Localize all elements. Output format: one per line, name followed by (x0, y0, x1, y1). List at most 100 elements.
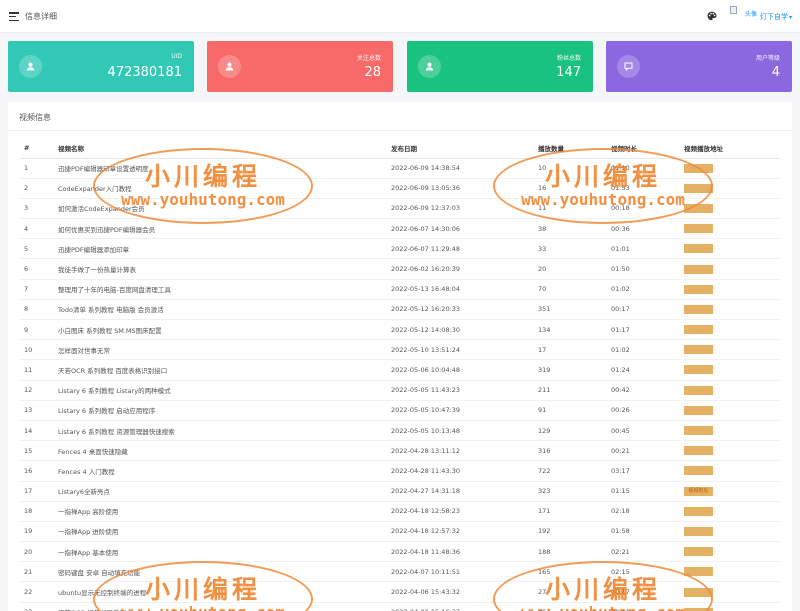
cell-duration: 00:36 (607, 218, 680, 240)
cell-url (680, 238, 780, 260)
video-link-button[interactable] (684, 587, 713, 597)
cell-date: 2022-04-18 11:48:36 (387, 541, 534, 563)
cell-index: 8 (20, 299, 54, 321)
stat-card-uid: UID 472380181 (8, 41, 194, 92)
hamburger-menu-icon[interactable] (9, 12, 19, 22)
stat-value: 4 (771, 65, 780, 80)
cell-index: 16 (20, 460, 54, 482)
page-title: 信息详细 (25, 12, 57, 21)
cell-index: 22 (20, 581, 54, 603)
cell-url (680, 440, 780, 462)
video-link-button[interactable] (684, 325, 713, 335)
chevron-down-icon: ▾ (789, 14, 793, 21)
cell-duration: 01:02 (607, 339, 680, 361)
cell-plays: 722 (534, 460, 607, 482)
video-link-button[interactable] (684, 526, 713, 536)
cell-plays: 33 (534, 238, 607, 260)
avatar[interactable]: 头像 (730, 6, 757, 26)
cell-plays: 129 (534, 420, 607, 442)
cell-index: 17 (20, 481, 54, 502)
cell-date: 2022-05-05 10:47:39 (387, 400, 534, 421)
column-header-date: 发布日期 (387, 138, 534, 159)
cell-url (680, 561, 780, 583)
cell-url (680, 400, 780, 421)
cell-title: Listary 6 系列教程 Listary的两种模式 (54, 380, 387, 401)
stat-value: 147 (556, 65, 581, 80)
table-row: 16 Fences 4 入门教程 2022-04-28 11:43:30 722 03:… (20, 460, 780, 482)
cell-url (680, 158, 780, 179)
table-row: 11 天若OCR 系列教程 百度表格识别接口 2022-05-06 10:04:48… (20, 359, 780, 381)
cell-index: 23 (20, 602, 54, 611)
cell-title: 如何激活CodeExpander会员 (54, 198, 387, 220)
column-header-duration: 视频时长 (607, 138, 680, 159)
cell-date: 2022-06-07 14:30:06 (387, 218, 534, 240)
stat-value: 472380181 (107, 65, 182, 80)
cell-date: 2022-04-18 12:58:23 (387, 501, 534, 522)
cell-url (680, 581, 780, 603)
cell-date: 2022-05-12 16:20:33 (387, 299, 534, 321)
stat-value: 28 (364, 65, 381, 80)
video-link-button[interactable]: 视频地址 (684, 486, 713, 496)
cell-date: 2022-05-12 14:08:30 (387, 319, 534, 341)
user-menu[interactable]: 灯下自学▾ (760, 12, 792, 22)
cell-date: 2022-04-06 15:16:37 (387, 602, 534, 611)
video-link-button[interactable] (684, 567, 713, 577)
cell-duration: 01:01 (607, 238, 680, 260)
cell-url (680, 178, 780, 199)
table-row: 23天若OCR 打包代码教程2022-04-06 15:16:3716100:2… (20, 602, 780, 611)
cell-url (680, 198, 780, 220)
cell-plays: 319 (534, 359, 607, 381)
cell-url (680, 380, 780, 401)
cell-title: 迅捷PDF编辑器添加印章 (54, 238, 387, 260)
table-row: 19 一指禅App 进阶使用 2022-04-18 12:57:32 192 01:58 (20, 521, 780, 543)
video-link-button[interactable] (684, 365, 713, 375)
table-row: 15 Fences 4 桌面快速隐藏 2022-04-28 13:11:12 316 0… (20, 440, 780, 462)
video-table: # 视频名称 发布日期 播放数量 视频时长 视频播放地址 1 迅捷PDF编辑器印章… (20, 138, 780, 611)
video-link-button[interactable] (684, 385, 713, 395)
cell-title: CodeExpander入门教程 (54, 178, 387, 199)
video-link-button[interactable] (684, 426, 713, 436)
video-link-button[interactable] (684, 244, 713, 254)
video-link-button[interactable] (684, 224, 713, 234)
video-link-button[interactable] (684, 466, 713, 476)
cell-plays: 134 (534, 319, 607, 341)
cell-duration: 01:02 (607, 279, 680, 300)
cell-url (680, 521, 780, 543)
cell-duration: 00:42 (607, 380, 680, 401)
cell-index: 20 (20, 541, 54, 563)
video-link-button[interactable] (684, 345, 713, 355)
cell-duration: 01:58 (607, 521, 680, 543)
cell-index: 5 (20, 238, 54, 260)
cell-url (680, 602, 780, 611)
video-link-button[interactable] (684, 547, 713, 557)
cell-plays: 165 (534, 561, 607, 583)
column-header-title: 视频名称 (54, 138, 387, 159)
cell-title: 一指禅App 进阶使用 (54, 521, 387, 543)
cell-url: 视频地址 (680, 481, 780, 502)
divider (8, 130, 792, 131)
broken-image-icon (730, 6, 737, 14)
cell-index: 21 (20, 561, 54, 583)
video-link-button[interactable] (684, 304, 713, 314)
cell-plays: 323 (534, 481, 607, 502)
video-link-button[interactable] (684, 163, 713, 173)
cell-index: 18 (20, 501, 54, 522)
table-row: 12 Listary 6 系列教程 Listary的两种模式 2022-05-05 … (20, 380, 780, 401)
video-link-button[interactable] (684, 183, 713, 193)
cell-date: 2022-06-07 11:29:48 (387, 238, 534, 260)
cell-plays: 70 (534, 279, 607, 300)
cell-duration: 00:17 (607, 581, 680, 603)
user-icon (218, 55, 241, 78)
video-link-button[interactable] (684, 284, 713, 294)
video-link-button[interactable] (684, 405, 713, 415)
cell-title: Todo清单 系列教程 电脑版 会员激活 (54, 299, 387, 321)
table-row: 9 小白图床 系列教程 SM.MS图床配置 2022-05-12 14:08:30 1… (20, 319, 780, 341)
video-link-button[interactable] (684, 506, 713, 516)
palette-icon[interactable] (707, 11, 717, 21)
cell-duration: 01:53 (607, 178, 680, 199)
video-link-button[interactable] (684, 203, 713, 213)
video-link-button[interactable] (684, 264, 713, 274)
cell-duration: 00:21 (607, 440, 680, 462)
video-link-button[interactable] (684, 446, 713, 456)
user-name: 灯下自学 (760, 13, 788, 21)
